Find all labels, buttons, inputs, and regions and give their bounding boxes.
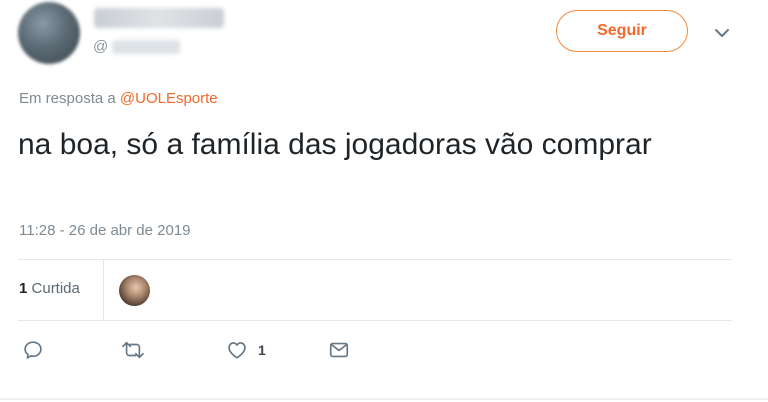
reply-prefix: Em resposta a xyxy=(19,90,120,107)
divider xyxy=(18,320,732,321)
envelope-icon xyxy=(328,339,350,361)
reply-context: Em resposta a @UOLEsporte xyxy=(19,90,218,107)
divider xyxy=(18,259,732,260)
reply-icon xyxy=(22,339,44,361)
chevron-down-icon[interactable] xyxy=(712,26,732,40)
divider xyxy=(0,398,768,400)
handle-redacted xyxy=(112,39,181,54)
liker-avatar[interactable] xyxy=(119,275,150,306)
likes-count: 1 xyxy=(19,280,28,297)
author-handle[interactable]: @ xyxy=(93,38,181,55)
divider xyxy=(103,260,104,320)
tweet-timestamp[interactable]: 11:28 - 26 de abr de 2019 xyxy=(19,222,191,239)
likes-label: Curtida xyxy=(31,280,80,297)
tweet-card: @ Seguir Em resposta a @UOLEsporte na bo… xyxy=(0,0,768,402)
retweet-icon xyxy=(120,339,146,361)
direct-message-button[interactable] xyxy=(328,338,350,362)
author-display-name-redacted[interactable] xyxy=(94,8,224,28)
follow-button-label: Seguir xyxy=(597,22,647,39)
reply-button[interactable] xyxy=(22,338,44,362)
likes-stat[interactable]: 1 Curtida xyxy=(19,280,80,297)
retweet-button[interactable] xyxy=(120,338,146,362)
follow-button[interactable]: Seguir xyxy=(556,10,688,52)
tweet-text: na boa, só a família das jogadoras vão c… xyxy=(18,128,652,161)
like-count: 1 xyxy=(258,342,266,358)
reply-mention-link[interactable]: @UOLEsporte xyxy=(120,90,218,107)
author-avatar[interactable] xyxy=(18,2,80,64)
like-button[interactable]: 1 xyxy=(226,338,266,362)
handle-prefix: @ xyxy=(93,38,109,55)
heart-icon xyxy=(226,339,248,361)
